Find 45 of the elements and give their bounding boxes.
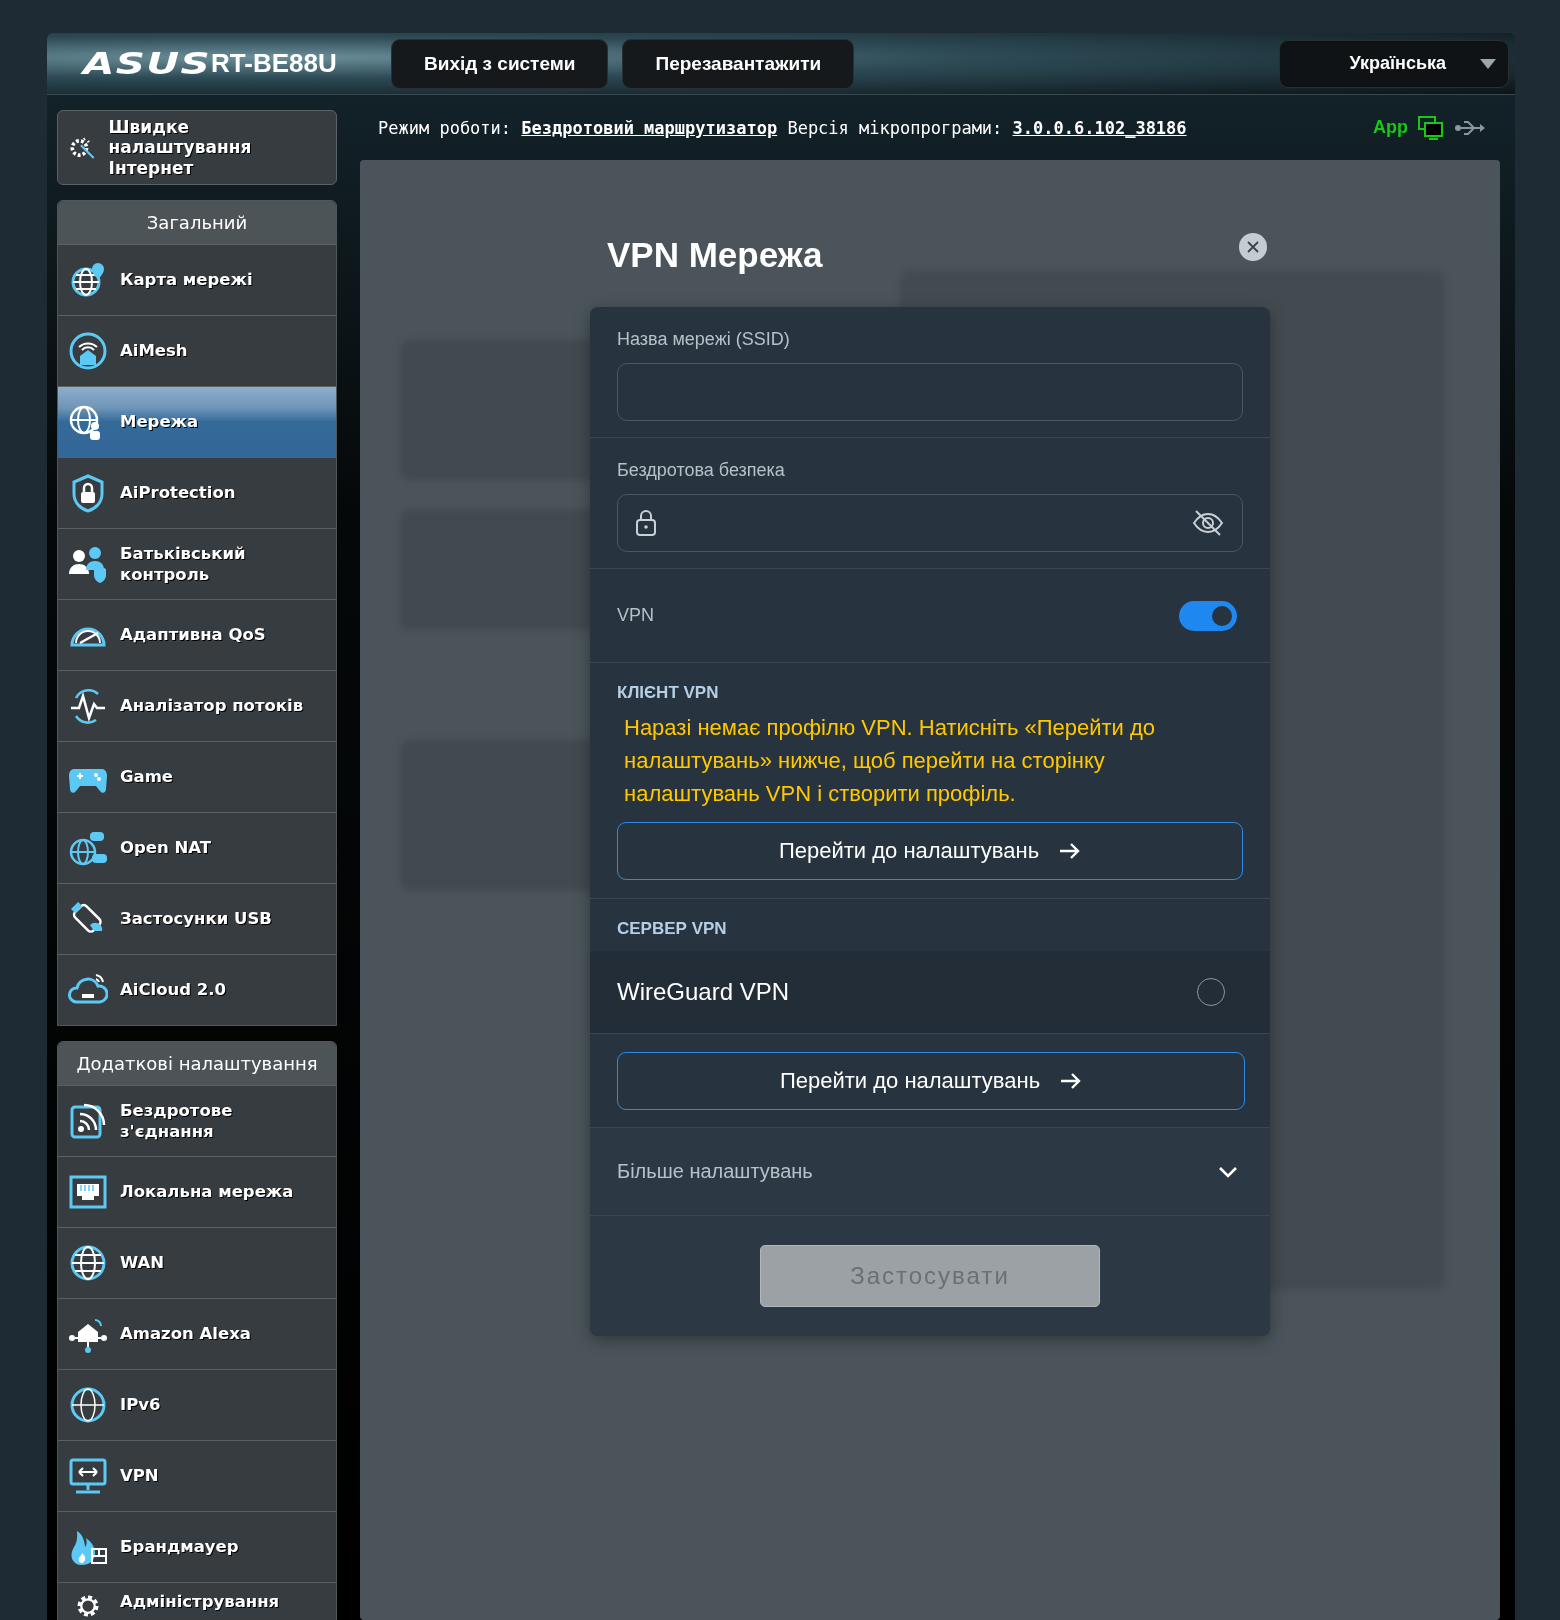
section-header: Додаткові налаштування: [58, 1042, 336, 1085]
settings-button[interactable]: Перейти до налаштувань: [617, 822, 1243, 880]
sidebar-item[interactable]: Мережа: [58, 386, 336, 457]
section-header: Загальний: [58, 201, 336, 244]
dialog-title: VPN Мережа: [607, 235, 823, 275]
arrow-icon: [1060, 1072, 1083, 1090]
close-button[interactable]: [1239, 233, 1267, 261]
field-label: Назва мережі (SSID): [617, 329, 791, 350]
wifi-screen-icon: [68, 1101, 108, 1141]
sidebar-item[interactable]: Адміністрування: [58, 1582, 336, 1620]
chevron-icon: [1218, 1165, 1238, 1178]
monitor-icon: [68, 1456, 108, 1496]
option-label: WireGuard VPN: [617, 978, 790, 1006]
house-icon: [68, 331, 108, 371]
model-name: RT-BE88U: [211, 48, 338, 79]
settings-button[interactable]: Перейти до налаштувань: [617, 1052, 1245, 1110]
warning-message: Наразі немає профілю VPN. Натисніть «Перейти до налаштувань» нижче, щоб перейти на сторінку налаштувань VPN і створити профіль.: [624, 714, 1157, 808]
firmware-link[interactable]: 3.0.0.6.102_38186: [1012, 117, 1187, 138]
caret-icon: [1480, 58, 1496, 69]
monitor-icon: [1418, 115, 1444, 140]
eye-off-icon[interactable]: [1192, 509, 1224, 537]
pulse-icon: [68, 686, 108, 726]
section-heading: КЛІЄНТ VPN: [617, 683, 720, 703]
close-icon: [1247, 241, 1259, 253]
arrow-icon: [1059, 842, 1082, 860]
more-settings-row[interactable]: Більше налаштувань: [590, 1128, 1270, 1216]
header-button[interactable]: Перезавантажити: [622, 38, 855, 89]
globe-icon: [68, 1243, 108, 1283]
field-label: Бездротова безпека: [617, 460, 786, 481]
server-option[interactable]: WireGuard VPN: [590, 951, 1270, 1034]
people-icon: [68, 544, 108, 584]
app-label[interactable]: App: [1373, 117, 1408, 138]
ssid-field[interactable]: [617, 363, 1243, 421]
globe-icon: [68, 1385, 108, 1425]
vpn-toggle[interactable]: [1179, 600, 1237, 631]
info-text: Режим роботи: Бездротовий маршрутизатор Версія мікропрограми: 3.0.0.6.102_38186: [378, 117, 1187, 138]
usb-icon: [1454, 118, 1486, 137]
language-dropdown[interactable]: Українська: [1279, 39, 1509, 88]
toggle-label: VPN: [617, 605, 654, 626]
mode-link[interactable]: Бездротовий маршрутизатор: [521, 117, 778, 138]
lock-icon: [635, 509, 657, 537]
section-heading: СЕРВЕР VPN: [617, 919, 727, 938]
header-button[interactable]: Вихід з системи: [391, 38, 609, 89]
password-field[interactable]: [617, 494, 1243, 552]
quick-setup-button[interactable]: Швидке налаштування Інтернет: [57, 110, 337, 185]
